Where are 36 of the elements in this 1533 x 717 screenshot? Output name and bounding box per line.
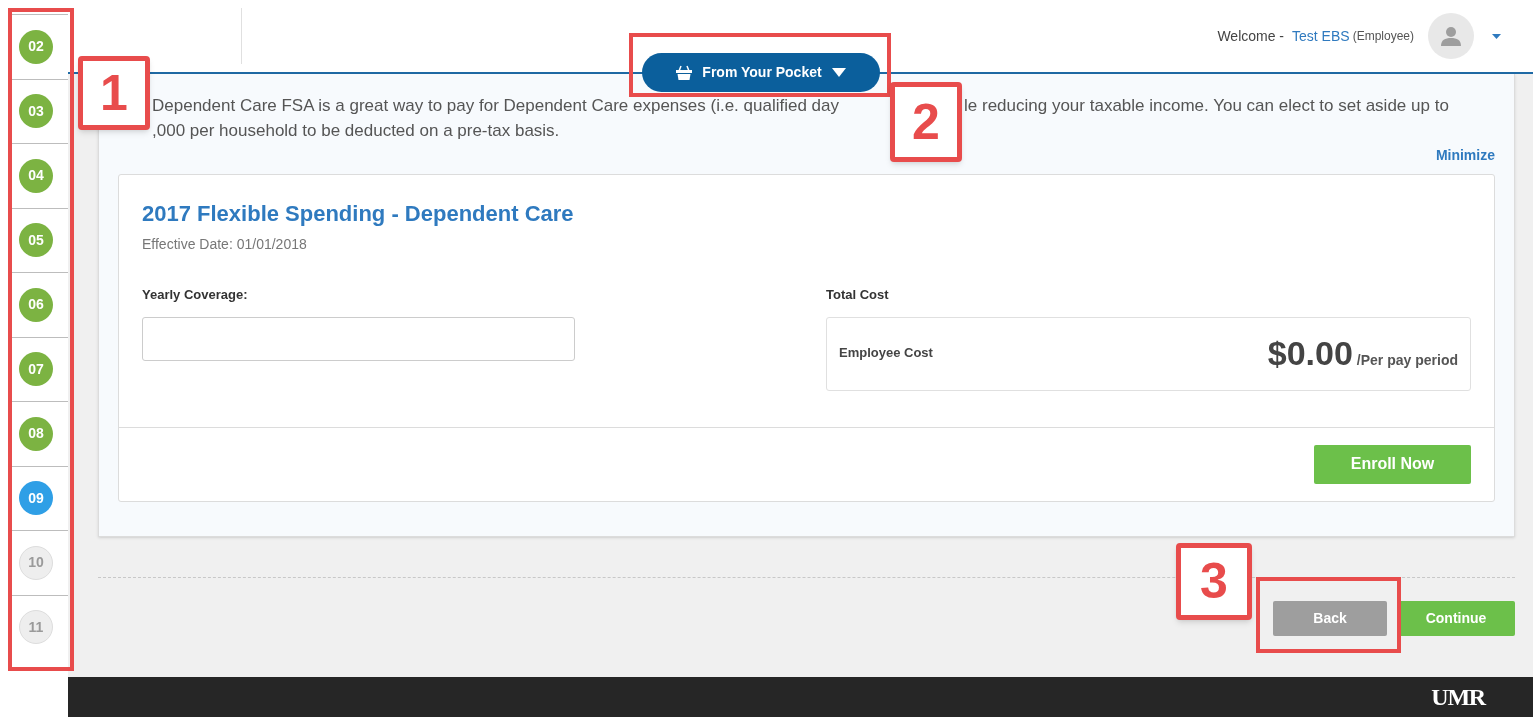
step-badge[interactable]: 05 (19, 223, 53, 258)
enroll-now-button[interactable]: Enroll Now (1314, 444, 1471, 484)
step-badge[interactable]: 11 (19, 610, 53, 645)
employee-cost-label: Employee Cost (839, 343, 933, 362)
intro-text: ,000 per household to be deducted on a pre-tax basis. (152, 120, 560, 143)
intro-text: Dependent Care FSA is a great way to pay for Dependent Care expenses (i.e. qualified day (152, 96, 839, 116)
step-badge[interactable]: 07 (19, 352, 53, 387)
user-name-link[interactable]: Test EBS (1292, 25, 1350, 47)
footer-logo: UMR (1431, 685, 1485, 709)
field-label: Yearly Coverage: (142, 286, 249, 304)
welcome-text: Welcome - (1217, 26, 1285, 46)
cost-amount: $0.00 (1267, 333, 1353, 374)
step-badge[interactable]: 02 (19, 29, 53, 64)
minimize-link[interactable]: Minimize (1435, 145, 1495, 166)
callout-number: 1 (78, 56, 150, 130)
step-badge[interactable]: 03 (19, 94, 53, 129)
caret-icon[interactable] (1492, 33, 1501, 39)
field-label: Total Cost (826, 286, 890, 304)
step-badge[interactable]: 04 (19, 158, 53, 193)
callout-number: 3 (1176, 543, 1252, 620)
user-role: (Employee) (1352, 28, 1414, 45)
step-badge[interactable]: 09 (19, 481, 53, 516)
callout-number: 2 (890, 82, 962, 162)
yearly-coverage-field[interactable] (142, 316, 575, 361)
effective-date: Effective Date: 01/01/2018 (142, 235, 308, 254)
intro-text: le reducing your taxable income. You can elect to set aside up to (964, 96, 1449, 116)
avatar-icon[interactable] (1428, 13, 1474, 59)
cost-period: /Per pay period (1356, 351, 1458, 370)
plan-title: 2017 Flexible Spending - Dependent Care (142, 200, 575, 228)
step-badge[interactable]: 06 (19, 287, 53, 322)
back-button[interactable]: Back (1273, 600, 1387, 636)
caret-icon (831, 68, 846, 77)
category-button[interactable]: From Your Pocket (642, 53, 880, 92)
basket-icon (676, 65, 693, 80)
step-badge[interactable]: 10 (19, 545, 53, 580)
step-badge[interactable]: 08 (19, 416, 53, 451)
